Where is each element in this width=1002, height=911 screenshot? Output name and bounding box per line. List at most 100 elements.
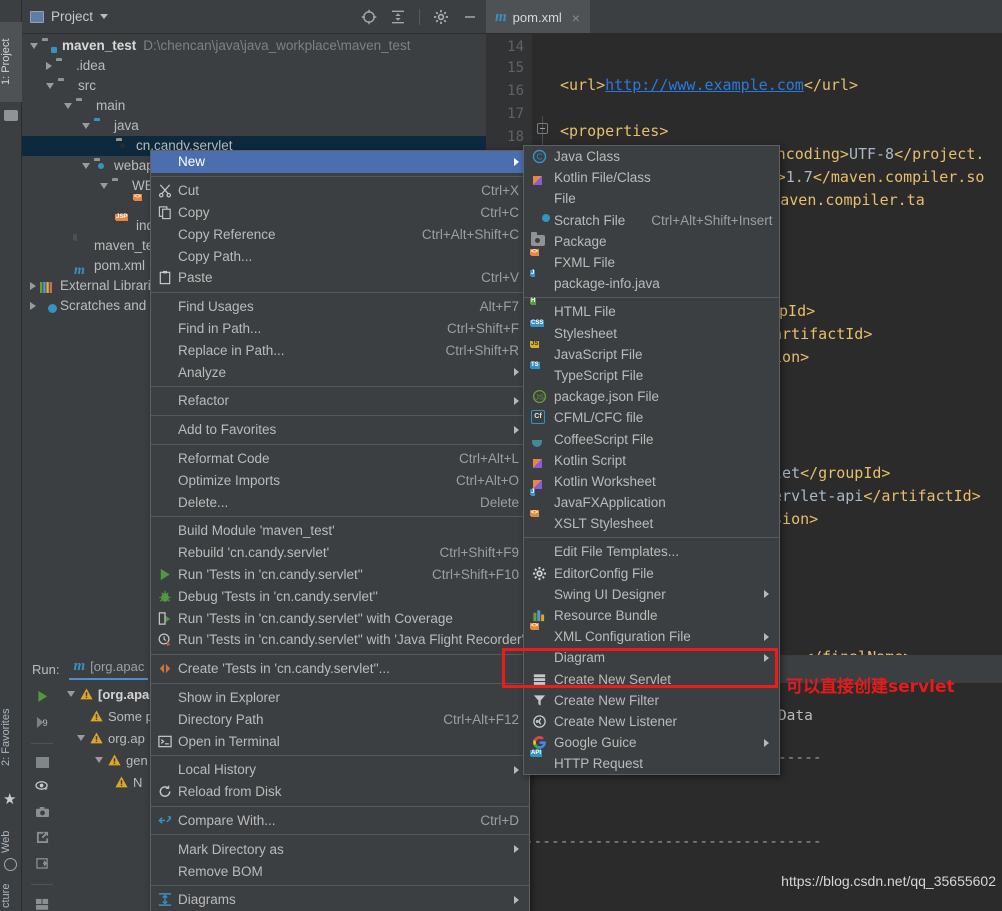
- menu-item-local-history[interactable]: Local History: [151, 759, 529, 781]
- tree-label: java: [114, 118, 139, 133]
- submenu-item-package-json-file[interactable]: JS package.json File: [524, 386, 779, 407]
- menu-item-copy-reference[interactable]: Copy Reference Ctrl+Alt+Shift+C: [151, 223, 529, 245]
- menu-item-reformat-code[interactable]: Reformat Code Ctrl+Alt+L: [151, 448, 529, 470]
- submenu-item-swing-ui-designer[interactable]: Swing UI Designer: [524, 584, 779, 605]
- menu-item-add-to-favorites[interactable]: Add to Favorites: [151, 419, 529, 441]
- sidebar-tab-structure[interactable]: cture: [0, 876, 22, 911]
- fold-toggle-icon[interactable]: [537, 123, 548, 134]
- menu-item-label: Local History: [178, 762, 257, 778]
- tree-row-maven_test[interactable]: maven_test D:\chencan\java\java_workplac…: [22, 36, 486, 56]
- submenu-item-stylesheet[interactable]: CSS Stylesheet: [524, 319, 779, 344]
- menu-item-debug-tests[interactable]: Debug 'Tests in 'cn.candy.servlet'': [151, 585, 529, 607]
- submenu-item-html-file[interactable]: H HTML File: [524, 298, 779, 322]
- minimize-icon[interactable]: [462, 9, 478, 25]
- menu-item-run-tests[interactable]: Run 'Tests in 'cn.candy.servlet'' Ctrl+S…: [151, 564, 529, 586]
- locate-icon[interactable]: [361, 9, 377, 25]
- rerun-failed-icon[interactable]: 9: [34, 715, 51, 730]
- submenu-item-javafx-application[interactable]: J JavaFXApplication: [524, 489, 779, 513]
- menu-item-open-in-terminal[interactable]: Open in Terminal: [151, 730, 529, 752]
- menu-item-rebuild[interactable]: Rebuild 'cn.candy.servlet' Ctrl+Shift+F9: [151, 542, 529, 564]
- menu-item-mark-directory-as[interactable]: Mark Directory as: [151, 838, 529, 860]
- menu-item-delete[interactable]: Delete... Delete: [151, 491, 529, 513]
- submenu-item-editorconfig-file[interactable]: EditorConfig File: [524, 563, 779, 584]
- chevron-down-icon[interactable]: [100, 183, 108, 189]
- menu-item-reload-from-disk[interactable]: Reload from Disk: [151, 781, 529, 803]
- menu-item-cut[interactable]: Cut Ctrl+X: [151, 180, 529, 202]
- camera-icon[interactable]: [34, 805, 51, 820]
- rerun-icon[interactable]: [34, 689, 51, 704]
- chevron-down-icon[interactable]: [64, 103, 72, 109]
- submenu-item-package-info-java[interactable]: J package-info.java: [524, 270, 779, 294]
- chevron-down-icon[interactable]: [46, 83, 54, 89]
- menu-item-paste[interactable]: Paste Ctrl+V: [151, 267, 529, 289]
- menu-item-show-in-explorer[interactable]: Show in Explorer: [151, 687, 529, 709]
- submenu-item-http-request[interactable]: API HTTP Request: [524, 750, 779, 774]
- menu-item-run-with-jfr[interactable]: Run 'Tests in 'cn.candy.servlet'' with '…: [151, 629, 529, 651]
- submenu-item-xslt-stylesheet[interactable]: <> XSLT Stylesheet: [524, 510, 779, 534]
- menu-item-run-with-coverage[interactable]: Run 'Tests in 'cn.candy.servlet'' with C…: [151, 607, 529, 629]
- submenu-item-edit-file-templates[interactable]: Edit File Templates...: [524, 541, 779, 562]
- submenu-item-package[interactable]: Package: [524, 231, 779, 252]
- menu-item-refactor[interactable]: Refactor: [151, 390, 529, 412]
- export-icon[interactable]: [34, 830, 51, 845]
- sidebar-tab-project[interactable]: 1: Project: [0, 22, 22, 102]
- filter-icon[interactable]: [34, 779, 51, 794]
- new-submenu[interactable]: C Java Class Kotlin File/Class File Scra…: [523, 145, 780, 776]
- menu-item-remove-bom[interactable]: Remove BOM: [151, 860, 529, 882]
- submenu-item-diagram[interactable]: Diagram: [524, 647, 779, 668]
- chevron-down-icon[interactable]: [82, 163, 90, 169]
- chevron-right-icon[interactable]: [30, 282, 36, 290]
- sidebar-tab-favorites[interactable]: 2: Favorites: [0, 690, 22, 785]
- menu-item-optimize-imports[interactable]: Optimize Imports Ctrl+Alt+O: [151, 469, 529, 491]
- submenu-item-file[interactable]: File: [524, 188, 779, 209]
- editor-tab-pom-xml[interactable]: m pom.xml ×: [486, 0, 590, 33]
- submenu-item-cfml-cfc-file[interactable]: Cf CFML/CFC file: [524, 407, 779, 428]
- submenu-item-create-new-listener[interactable]: Create New Listener: [524, 711, 779, 732]
- menu-item-copy-path[interactable]: Copy Path...: [151, 245, 529, 267]
- menu-item-compare-with[interactable]: Compare With... Ctrl+D: [151, 810, 529, 832]
- layout-icon[interactable]: [34, 898, 51, 911]
- chevron-right-icon[interactable]: [46, 62, 52, 70]
- menu-item-create-tests-config[interactable]: Create 'Tests in 'cn.candy.servlet''...: [151, 658, 529, 680]
- submenu-item-kotlin-worksheet[interactable]: Kotlin Worksheet: [524, 471, 779, 492]
- gear-icon[interactable]: [433, 9, 449, 25]
- submenu-item-coffeescript-file[interactable]: CoffeeScript File: [524, 428, 779, 449]
- submenu-item-java-class[interactable]: C Java Class: [524, 146, 779, 167]
- chevron-down-icon[interactable]: [82, 123, 90, 129]
- menu-item-new[interactable]: New: [151, 151, 529, 173]
- collapse-all-icon[interactable]: [390, 9, 406, 25]
- submenu-item-resource-bundle[interactable]: Resource Bundle: [524, 605, 779, 626]
- menu-item-diagrams[interactable]: Diagrams: [151, 889, 529, 911]
- menu-item-directory-path[interactable]: Directory Path Ctrl+Alt+F12: [151, 708, 529, 730]
- submenu-item-xml-configuration-file[interactable]: <> XML Configuration File: [524, 623, 779, 647]
- submenu-item-scratch-file[interactable]: Scratch File Ctrl+Alt+Shift+Insert: [524, 210, 779, 231]
- submenu-item-create-new-servlet[interactable]: Create New Servlet: [524, 669, 779, 690]
- menu-item-find-usages[interactable]: Find Usages Alt+F7: [151, 296, 529, 318]
- tree-row-src[interactable]: src: [22, 76, 486, 96]
- context-menu[interactable]: New Cut Ctrl+X Copy Ctrl+C Copy Referenc…: [150, 150, 530, 911]
- tree-row-java[interactable]: java: [22, 116, 486, 136]
- chevron-down-icon[interactable]: [67, 691, 75, 697]
- submenu-item-fxml-file[interactable]: <> FXML File: [524, 249, 779, 273]
- menu-item-find-in-path[interactable]: Find in Path... Ctrl+Shift+F: [151, 318, 529, 340]
- submenu-item-kotlin-file-class[interactable]: Kotlin File/Class: [524, 167, 779, 188]
- submenu-item-typescript-file[interactable]: TS TypeScript File: [524, 361, 779, 386]
- close-icon[interactable]: ×: [572, 10, 580, 26]
- chevron-down-icon[interactable]: [30, 43, 38, 49]
- menu-item-build-module[interactable]: Build Module 'maven_test': [151, 520, 529, 542]
- tree-row-idea[interactable]: .idea: [22, 56, 486, 76]
- run-tab[interactable]: m [org.apac: [69, 658, 149, 680]
- submenu-item-create-new-filter[interactable]: Create New Filter: [524, 690, 779, 711]
- menu-item-replace-in-path[interactable]: Replace in Path... Ctrl+Shift+R: [151, 339, 529, 361]
- chevron-down-icon[interactable]: [95, 757, 103, 763]
- menu-item-copy[interactable]: Copy Ctrl+C: [151, 202, 529, 224]
- submenu-item-google-guice[interactable]: Google Guice: [524, 732, 779, 753]
- submenu-item-kotlin-script[interactable]: Kotlin Script: [524, 450, 779, 471]
- tree-row-main[interactable]: main: [22, 96, 486, 116]
- chevron-down-icon[interactable]: [77, 735, 85, 741]
- submenu-item-javascript-file[interactable]: JS JavaScript File: [524, 340, 779, 365]
- print-icon[interactable]: [34, 856, 51, 871]
- stop-icon[interactable]: [35, 756, 49, 768]
- menu-item-analyze[interactable]: Analyze: [151, 361, 529, 383]
- chevron-down-icon[interactable]: [100, 14, 109, 19]
